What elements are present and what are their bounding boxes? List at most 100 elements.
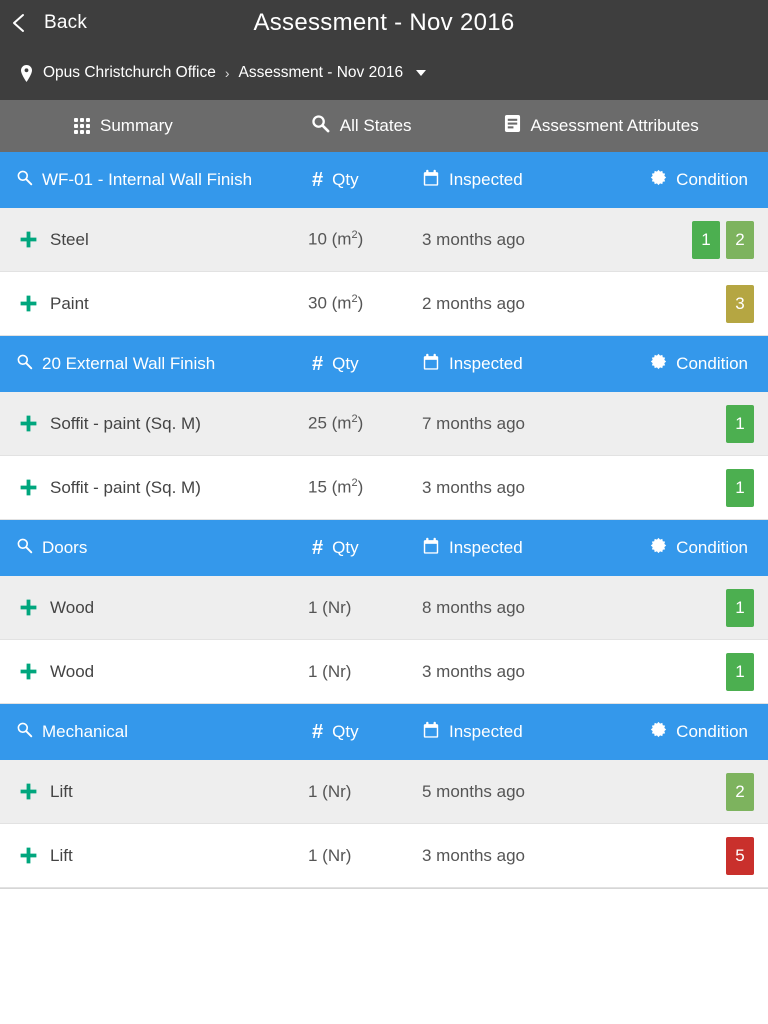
starburst-icon [650,169,667,191]
hash-icon: # [312,353,324,375]
calendar-icon [422,353,440,376]
row-condition-badges: 12 [692,220,754,259]
plus-icon[interactable] [20,479,37,496]
row-name: Lift [20,846,73,866]
row-name: Soffit - paint (Sq. M) [20,414,201,434]
group-header[interactable]: WF-01 - Internal Wall Finish # Qty Inspecte… [0,152,768,208]
column-header-inspected-label: Inspected [449,722,523,741]
row-inspected: 3 months ago [422,229,526,249]
tab-all-states-label: All States [339,116,412,135]
group-header-title[interactable]: 20 External Wall Finish [16,353,215,375]
condition-badge[interactable]: 1 [726,468,754,507]
row-name: Steel [20,230,89,250]
condition-badge[interactable]: 5 [726,836,754,875]
plus-icon[interactable] [20,663,37,680]
column-header-inspected: Inspected [422,169,523,192]
row-quantity: 1 (Nr) [308,781,352,801]
condition-badge[interactable]: 2 [726,772,754,811]
plus-icon[interactable] [20,415,37,432]
breadcrumb: Opus Christchurch Office › Assessment - … [0,46,768,100]
plus-icon[interactable] [20,847,37,864]
group-header[interactable]: 20 External Wall Finish # Qty Inspected Cond… [0,336,768,392]
group-header-title[interactable]: Mechanical [16,721,128,743]
map-pin-icon [20,64,33,82]
column-header-inspected-label: Inspected [449,538,523,557]
group-header[interactable]: Mechanical # Qty Inspected Condition [0,704,768,760]
condition-badge[interactable]: 1 [726,652,754,691]
grid-dots-icon [74,118,90,134]
table-row[interactable]: Wood 1 (Nr) 8 months ago 1 [0,576,768,640]
tab-all-states[interactable]: All States [173,100,412,152]
plus-icon[interactable] [20,599,37,616]
column-header-inspected-label: Inspected [449,170,523,189]
column-header-condition: Condition [650,353,748,375]
row-inspected: 2 months ago [422,293,526,313]
column-header-qty: # Qty [312,538,359,558]
column-header-condition-label: Condition [676,354,748,373]
row-name: Wood [20,598,94,618]
calendar-icon [422,537,440,560]
group-title-label: 20 External Wall Finish [42,354,216,373]
row-condition-badges: 1 [726,652,754,691]
column-header-condition: Condition [650,721,748,743]
column-header-inspected-label: Inspected [449,354,523,373]
row-name-label: Soffit - paint (Sq. M) [50,413,201,433]
group-header-title[interactable]: Doors [16,537,87,559]
breadcrumb-current[interactable]: Assessment - Nov 2016 [239,64,404,82]
tab-bar: Summary All States Assessment Attributes [0,100,768,152]
plus-icon[interactable] [20,783,37,800]
condition-badge[interactable]: 1 [692,220,720,259]
group-header[interactable]: Doors # Qty Inspected Condition [0,520,768,576]
condition-badge[interactable]: 1 [726,588,754,627]
plus-icon[interactable] [20,295,37,312]
search-icon [16,169,33,191]
row-condition-badges: 3 [726,284,754,323]
table-row[interactable]: Steel 10 (m2) 3 months ago 1 2 [0,208,768,272]
table-row[interactable]: Wood 1 (Nr) 3 months ago 1 [0,640,768,704]
table-row[interactable]: Soffit - paint (Sq. M) 15 (m2) 3 months ag… [0,456,768,520]
tab-summary-label: Summary [100,116,173,135]
group-title-label: Mechanical [42,722,128,741]
row-inspected: 3 months ago [422,661,526,681]
table-row[interactable]: Lift 1 (Nr) 5 months ago 2 [0,760,768,824]
group-header-title[interactable]: WF-01 - Internal Wall Finish [16,169,252,191]
column-header-condition: Condition [650,169,748,191]
page-title: Assessment - Nov 2016 [253,9,515,36]
starburst-icon [650,721,667,743]
breadcrumb-separator: › [224,65,230,81]
condition-badge[interactable]: 1 [726,404,754,443]
plus-icon[interactable] [20,231,37,248]
row-name: Soffit - paint (Sq. M) [20,478,201,498]
row-name-label: Soffit - paint (Sq. M) [50,477,201,497]
row-quantity: 25 (m2) [308,413,364,433]
column-header-qty-label: Qty [332,170,359,189]
column-header-condition-label: Condition [676,170,748,189]
table-row[interactable]: Paint 30 (m2) 2 months ago 3 [0,272,768,336]
row-quantity: 1 (Nr) [308,661,352,681]
table-row[interactable]: Soffit - paint (Sq. M) 25 (m2) 7 months ag… [0,392,768,456]
caret-down-icon[interactable] [416,70,427,76]
column-header-qty-label: Qty [332,538,359,557]
row-name-label: Steel [50,229,89,249]
condition-badge[interactable]: 2 [726,220,754,259]
row-inspected: 3 months ago [422,477,526,497]
top-header-bar: Back Assessment - Nov 2016 Opus Christch… [0,0,768,100]
group-title-label: WF-01 - Internal Wall Finish [42,170,253,189]
column-header-qty: # Qty [312,170,359,190]
list-document-icon [504,114,521,138]
row-name: Lift [20,782,73,802]
breadcrumb-root[interactable]: Opus Christchurch Office [43,64,216,82]
row-name-label: Wood [50,597,95,617]
table-row[interactable]: Lift 1 (Nr) 3 months ago 5 [0,824,768,888]
condition-badge[interactable]: 3 [726,284,754,323]
row-quantity: 1 (Nr) [308,845,352,865]
tab-assessment-attributes[interactable]: Assessment Attributes [412,100,699,152]
tab-summary[interactable]: Summary [0,100,173,152]
hash-icon: # [312,169,324,191]
row-name: Wood [20,662,94,682]
search-icon [311,114,330,138]
column-header-condition-label: Condition [676,538,748,557]
row-quantity: 1 (Nr) [308,597,352,617]
assessment-screen: Back Assessment - Nov 2016 Opus Christch… [0,0,768,1024]
starburst-icon [650,537,667,559]
